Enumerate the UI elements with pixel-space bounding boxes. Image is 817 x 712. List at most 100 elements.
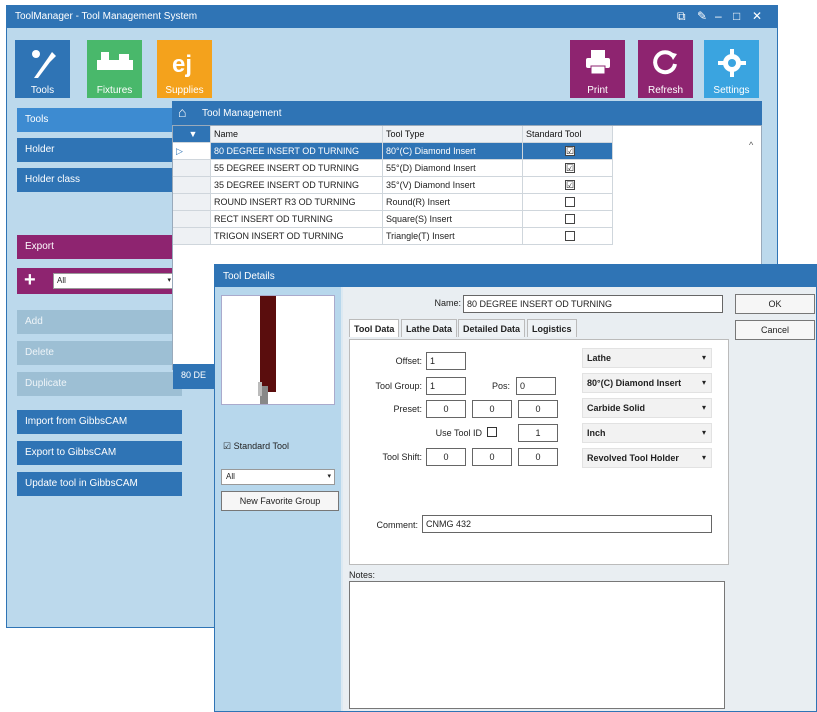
column-header-standard-tool[interactable]: Standard Tool [523, 126, 613, 143]
import-gibbscam-button[interactable]: Import from GibbsCAM [17, 410, 182, 434]
standard-tool-checkbox-icon[interactable]: ☑ [223, 441, 231, 451]
tab-logistics[interactable]: Logistics [527, 319, 577, 337]
standard-tool-checkbox[interactable] [565, 214, 575, 224]
standard-tool-checkbox[interactable]: ☑ [565, 180, 575, 190]
preset-x-input[interactable]: 0 [426, 400, 466, 418]
export-button[interactable]: Export [17, 235, 182, 259]
tab-lathe-data[interactable]: Lathe Data [401, 319, 458, 337]
ribbon-refresh-label: Refresh [647, 85, 683, 96]
standard-tool-checkbox[interactable]: ☑ [565, 163, 575, 173]
maximize-button[interactable]: □ [733, 9, 740, 23]
tool-shift-label: Tool Shift: [382, 452, 422, 462]
table-row[interactable]: 35 DEGREE INSERT OD TURNING 35°(V) Diamo… [173, 177, 613, 194]
cell-standard-tool: ☑ [523, 160, 613, 177]
tool-group-label: Tool Group: [375, 381, 422, 391]
ribbon-refresh-button[interactable]: Refresh [638, 40, 693, 98]
machine-type-select[interactable]: Lathe ▾ [582, 348, 712, 368]
grid-header-row: ▼ Name Tool Type Standard Tool [173, 126, 613, 143]
tool-details-dialog: Tool Details ☑ Standard Tool All ▾ New F… [214, 264, 817, 712]
fixtures-icon [96, 52, 133, 70]
ribbon-tools-button[interactable]: Tools [15, 40, 70, 98]
material-select[interactable]: Carbide Solid ▾ [582, 398, 712, 418]
offset-input[interactable]: 1 [426, 352, 466, 370]
holder-type-select[interactable]: Revolved Tool Holder ▾ [582, 448, 712, 468]
export-gibbscam-button[interactable]: Export to GibbsCAM [17, 441, 182, 465]
row-selector [173, 228, 211, 245]
tool-id-input[interactable]: 1 [518, 424, 558, 442]
home-icon[interactable]: ⌂ [178, 104, 186, 120]
standard-tool-option[interactable]: ☑ Standard Tool [223, 441, 289, 452]
close-button[interactable]: ✕ [752, 9, 762, 23]
table-row[interactable]: ▷ 80 DEGREE INSERT OD TURNING 80°(C) Dia… [173, 143, 613, 160]
table-row[interactable]: TRIGON INSERT OD TURNING Triangle(T) Ins… [173, 228, 613, 245]
tab-detailed-data[interactable]: Detailed Data [458, 319, 526, 337]
new-favorite-group-button[interactable]: New Favorite Group [221, 491, 339, 511]
notes-textarea[interactable] [349, 581, 725, 709]
row-selector [173, 160, 211, 177]
filter-funnel-icon[interactable]: ▼ [173, 126, 211, 143]
chevron-down-icon: ▾ [701, 403, 706, 412]
add-button[interactable]: Add [17, 310, 182, 334]
scroll-up-icon[interactable]: ^ [749, 140, 753, 150]
cell-name: TRIGON INSERT OD TURNING [211, 228, 383, 245]
cell-standard-tool: ☑ [523, 143, 613, 160]
column-header-name[interactable]: Name [211, 126, 383, 143]
window-tools-icon[interactable]: ⧉ [677, 9, 686, 24]
units-select[interactable]: Inch ▾ [582, 423, 712, 443]
pos-input[interactable]: 0 [516, 377, 556, 395]
tool-shift-y-input[interactable]: 0 [472, 448, 512, 466]
ribbon-settings-button[interactable]: Settings [704, 40, 759, 98]
cancel-button[interactable]: Cancel [735, 320, 815, 340]
table-row[interactable]: RECT INSERT OD TURNING Square(S) Insert [173, 211, 613, 228]
ribbon-supplies-button[interactable]: ej Supplies [157, 40, 212, 98]
window-title: ToolManager - Tool Management System [15, 11, 198, 22]
dialog-title: Tool Details [223, 271, 275, 282]
minimize-button[interactable]: – [715, 9, 722, 23]
notes-label: Notes: [349, 570, 376, 580]
sidebar-item-tools[interactable]: Tools [17, 108, 182, 132]
sidebar-item-holder-class[interactable]: Holder class [17, 168, 182, 192]
pin-icon[interactable]: ✎ [697, 9, 707, 23]
cell-tool-type: 80°(C) Diamond Insert [383, 143, 523, 160]
chevron-down-icon: ▾ [701, 428, 706, 437]
filter-select[interactable]: All ▾ [53, 273, 175, 289]
sidebar-item-holder[interactable]: Holder [17, 138, 182, 162]
cell-name: ROUND INSERT R3 OD TURNING [211, 194, 383, 211]
table-row[interactable]: ROUND INSERT R3 OD TURNING Round(R) Inse… [173, 194, 613, 211]
ribbon-fixtures-label: Fixtures [96, 85, 133, 96]
tool-management-header: ⌂ Tool Management [172, 101, 762, 125]
name-input[interactable]: 80 DEGREE INSERT OD TURNING [463, 295, 723, 313]
group-filter-select[interactable]: All ▾ [221, 469, 335, 485]
comment-input[interactable]: CNMG 432 [422, 515, 712, 533]
tab-tool-data[interactable]: Tool Data [349, 319, 400, 337]
ribbon-print-button[interactable]: Print [570, 40, 625, 98]
chevron-down-icon: ▾ [167, 277, 171, 284]
column-header-tool-type[interactable]: Tool Type [383, 126, 523, 143]
delete-button[interactable]: Delete [17, 341, 182, 365]
cell-name: 35 DEGREE INSERT OD TURNING [211, 177, 383, 194]
ribbon-fixtures-button[interactable]: Fixtures [87, 40, 142, 98]
tool-shift-x-input[interactable]: 0 [426, 448, 466, 466]
tool-shift-z-input[interactable]: 0 [518, 448, 558, 466]
standard-tool-checkbox[interactable] [565, 197, 575, 207]
cell-name: RECT INSERT OD TURNING [211, 211, 383, 228]
table-row[interactable]: 55 DEGREE INSERT OD TURNING 55°(D) Diamo… [173, 160, 613, 177]
duplicate-button[interactable]: Duplicate [17, 372, 182, 396]
preset-z-input[interactable]: 0 [518, 400, 558, 418]
cell-tool-type: Square(S) Insert [383, 211, 523, 228]
cell-standard-tool [523, 211, 613, 228]
tool-group-input[interactable]: 1 [426, 377, 466, 395]
machine-type-value: Lathe [587, 353, 612, 363]
material-value: Carbide Solid [587, 403, 646, 413]
tool-type-select[interactable]: 80°(C) Diamond Insert ▾ [582, 373, 712, 393]
row-selector [173, 211, 211, 228]
ok-button[interactable]: OK [735, 294, 815, 314]
standard-tool-checkbox[interactable] [565, 231, 575, 241]
update-gibbscam-button[interactable]: Update tool in GibbsCAM [17, 472, 182, 496]
dialog-title-bar: Tool Details [215, 265, 816, 287]
use-tool-id-checkbox[interactable] [487, 427, 497, 437]
units-value: Inch [587, 428, 606, 438]
plus-icon[interactable]: + [24, 269, 36, 292]
standard-tool-checkbox[interactable]: ☑ [565, 146, 575, 156]
preset-y-input[interactable]: 0 [472, 400, 512, 418]
